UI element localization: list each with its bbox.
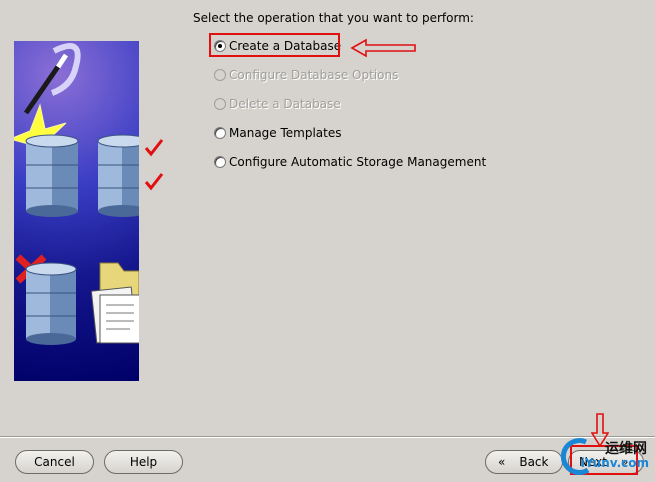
annotation-arrow-left-icon	[350, 38, 416, 58]
option-manage-templates[interactable]: Manage Templates	[214, 124, 342, 142]
radio-button[interactable]	[214, 69, 226, 81]
radio-button[interactable]	[214, 98, 226, 110]
annotation-highlight-box	[209, 33, 340, 57]
help-button[interactable]: Help	[104, 450, 183, 474]
back-label: Back	[519, 455, 549, 469]
wizard-illustration	[14, 41, 139, 381]
option-configure-database-options[interactable]: Configure Database Options	[214, 66, 398, 84]
option-label: Manage Templates	[229, 126, 342, 140]
back-chevron-icon: «	[498, 455, 506, 469]
watermark-text: 运维网	[605, 441, 647, 457]
watermark-url: iYunv.com	[580, 456, 649, 470]
checkmark-icon	[144, 139, 164, 191]
option-delete-database[interactable]: Delete a Database	[214, 95, 341, 113]
database-icon	[97, 134, 139, 217]
radio-button[interactable]	[214, 156, 226, 168]
database-icon	[25, 262, 77, 345]
radio-button[interactable]	[214, 127, 226, 139]
instruction-text: Select the operation that you want to pe…	[193, 11, 474, 25]
magic-wand-icon	[23, 53, 69, 115]
folder-documents-icon	[90, 262, 139, 344]
option-label: Configure Database Options	[229, 68, 399, 82]
cancel-button[interactable]: Cancel	[15, 450, 94, 474]
database-icon	[25, 134, 79, 217]
option-label: Configure Automatic Storage Management	[229, 155, 487, 169]
watermark: 运维网 iYunv.com	[548, 420, 655, 482]
option-label: Delete a Database	[229, 97, 341, 111]
option-configure-asm[interactable]: Configure Automatic Storage Management	[214, 153, 486, 171]
